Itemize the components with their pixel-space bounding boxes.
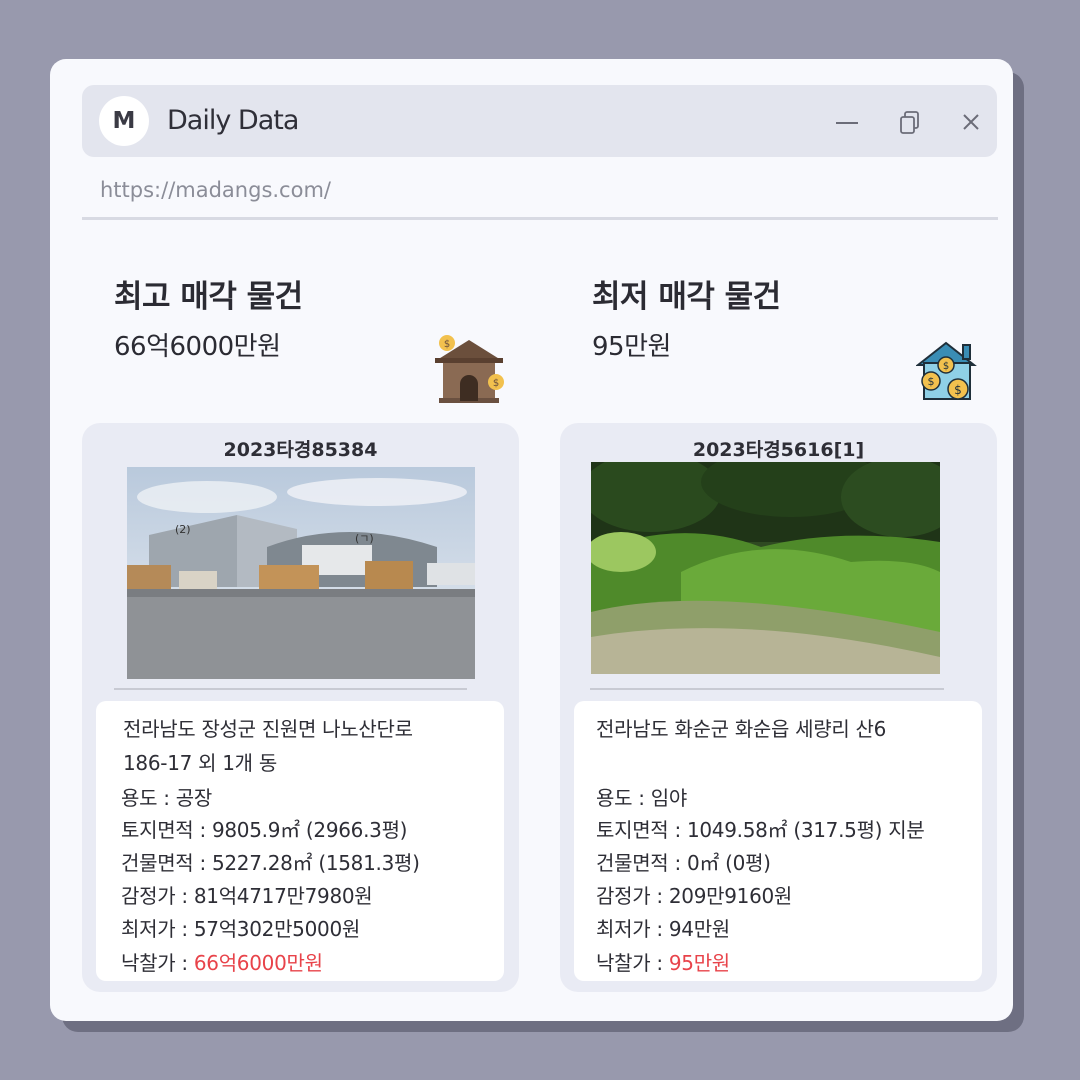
highest-amount: 66억6000만원 [114,332,281,362]
svg-text:$: $ [954,383,962,397]
highest-building-area: 건물면적 : 5227.28㎡ (1581.3평) [121,851,420,875]
forest-photo [591,462,940,674]
highest-usage: 용도 : 공장 [121,786,212,810]
close-button[interactable] [956,107,986,137]
header-divider [82,217,998,220]
lowest-address-line1: 전라남도 화순군 화순읍 세량리 산6 [596,717,887,741]
lowest-card-divider [590,688,944,690]
photo-label-2: (2) [175,523,191,536]
url-text[interactable]: https://madangs.com/ [100,178,331,202]
highest-info-panel: 전라남도 장성군 진원면 나노산단로 186-17 외 1개 동 용도 : 공장… [96,701,504,981]
highest-case-number[interactable]: 2023타경85384 [82,435,519,462]
lowest-heading: 최저 매각 물건 [592,279,781,315]
restore-icon [900,111,919,134]
lowest-minimum: 최저가 : 94만원 [596,917,730,941]
highest-winning-row: 낙찰가 : 66억6000만원 [121,947,323,976]
lowest-info-panel: 전라남도 화순군 화순읍 세량리 산6 용도 : 임야 토지면적 : 1049.… [574,701,982,981]
lowest-amount: 95만원 [592,332,671,362]
lowest-case-number[interactable]: 2023타경5616[1] [560,435,997,462]
lowest-card: 2023타경5616[1] 전라남도 화순군 화순읍 세량리 산6 용도 : 임… [560,423,997,992]
highest-appraisal: 감정가 : 81억4717만7980원 [121,884,373,908]
lowest-building-area: 건물면적 : 0㎡ (0평) [596,851,771,875]
highest-winning-label: 낙찰가 : [121,951,194,975]
highest-card: 2023타경85384 (2) (ㄱ) 전라남도 장성군 진원면 나노산단로 1… [82,423,519,992]
lowest-appraisal: 감정가 : 209만9160원 [596,884,793,908]
highest-land-area: 토지면적 : 9805.9㎡ (2966.3평) [121,818,408,842]
lowest-winning-label: 낙찰가 : [596,951,669,975]
highest-card-divider [114,688,467,690]
lowest-land-area: 토지면적 : 1049.58㎡ (317.5평) 지분 [596,818,925,842]
svg-text:$: $ [444,339,450,350]
photo-label-g: (ㄱ) [355,532,374,545]
svg-text:$: $ [943,361,949,372]
highest-property-photo[interactable]: (2) (ㄱ) [127,467,475,679]
lowest-property-photo[interactable] [591,462,940,674]
svg-text:$: $ [493,378,499,389]
factory-photo: (2) (ㄱ) [127,467,475,679]
highest-address-line2: 186-17 외 1개 동 [123,751,277,775]
highest-minimum: 최저가 : 57억302만5000원 [121,917,360,941]
close-icon [963,114,979,130]
lowest-usage: 용도 : 임야 [596,786,687,810]
svg-text:$: $ [928,375,935,388]
window-title: Daily Data [167,105,299,136]
highest-heading: 최고 매각 물건 [114,279,303,315]
title-bar: M Daily Data [82,85,997,157]
lowest-winning-value: 95만원 [668,951,730,975]
app-window: M Daily Data https://madangs.com/ 최고 매각 … [50,59,1013,1021]
house-money-icon: $ $ $ [916,341,977,400]
lowest-winning-row: 낙찰가 : 95만원 [596,947,730,976]
app-logo: M [99,96,149,146]
warehouse-money-icon: $ $ [435,335,504,403]
minimize-icon [836,122,858,124]
restore-button[interactable] [895,107,925,137]
highest-address-line1: 전라남도 장성군 진원면 나노산단로 [123,717,413,741]
minimize-button[interactable] [832,107,862,137]
highest-winning-value: 66억6000만원 [193,951,323,975]
